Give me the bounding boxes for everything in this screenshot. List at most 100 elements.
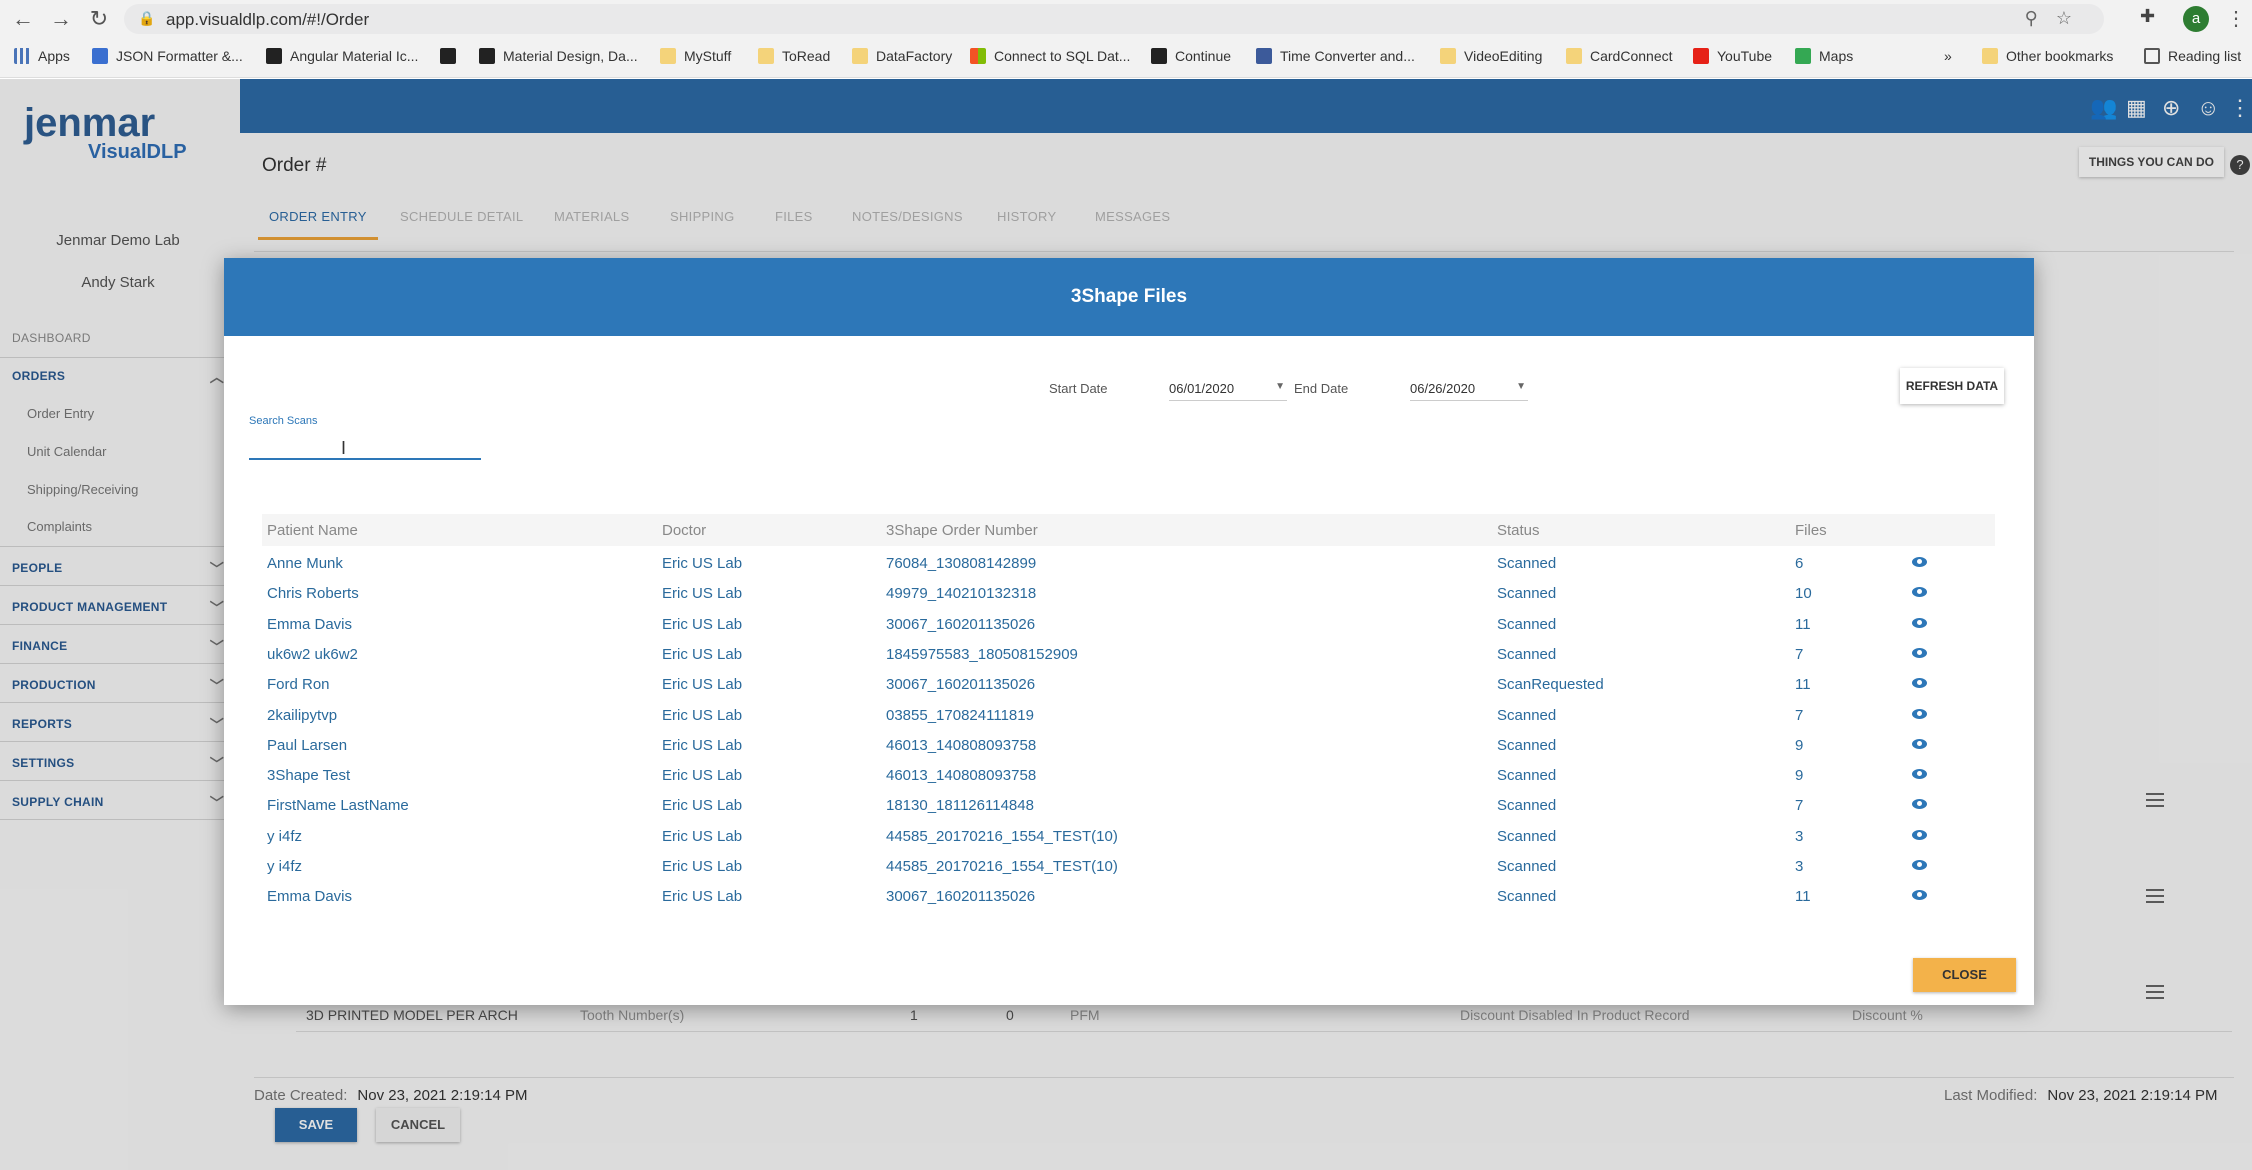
bookmark-apps[interactable]: Apps <box>14 48 70 64</box>
bookmark-datafactory[interactable]: DataFactory <box>852 48 952 64</box>
bookmark-angular-material[interactable]: Angular Material Ic... <box>266 48 418 64</box>
profile-avatar[interactable]: a <box>2183 6 2209 32</box>
cell-status: Scanned <box>1497 888 1557 905</box>
text-cursor-icon: I <box>341 438 347 458</box>
bookmark-continue[interactable]: Continue <box>1151 48 1231 64</box>
reload-icon[interactable]: ↻ <box>86 6 112 32</box>
start-date-field[interactable]: 06/01/2020 ▼ <box>1169 373 1287 401</box>
bookmark-mystuff[interactable]: MyStuff <box>660 48 731 64</box>
bookmark-connect-sql[interactable]: Connect to SQL Dat... <box>970 48 1130 64</box>
dialog-header: 3Shape Files <box>224 258 2034 336</box>
cell-doctor: Eric US Lab <box>662 828 743 845</box>
table-row[interactable]: Chris Roberts Eric US Lab 49979_1402101323… <box>262 579 1995 609</box>
view-eye-icon[interactable] <box>1912 618 1927 628</box>
col-files[interactable]: Files <box>1795 522 1827 539</box>
folder-icon <box>1982 48 1998 64</box>
table-row[interactable]: FirstName LastName Eric US Lab 18130_18112… <box>262 791 1995 821</box>
view-eye-icon[interactable] <box>1912 557 1927 567</box>
bookmark-json-formatter[interactable]: JSON Formatter &... <box>92 48 243 64</box>
table-row[interactable]: Ford Ron Eric US Lab 30067_160201135026 Sca… <box>262 670 1995 700</box>
view-eye-icon[interactable] <box>1912 860 1927 870</box>
bookmark-reading-list[interactable]: Reading list <box>2144 48 2241 64</box>
bookmark-globe[interactable] <box>440 48 464 64</box>
more-bookmarks-icon[interactable]: » <box>1944 48 1952 64</box>
cell-patient-name: Anne Munk <box>267 555 343 572</box>
cell-status: Scanned <box>1497 737 1557 754</box>
cell-files: 7 <box>1795 646 1804 663</box>
cell-patient-name: Paul Larsen <box>267 737 348 754</box>
extensions-icon[interactable]: ✚ <box>2140 6 2155 27</box>
dropdown-arrow-icon[interactable]: ▼ <box>1275 381 1285 392</box>
bookmark-youtube[interactable]: YouTube <box>1693 48 1772 64</box>
col-order-number[interactable]: 3Shape Order Number <box>886 522 1038 539</box>
cell-order-number: 76084_130808142899 <box>886 555 1037 572</box>
cell-status: Scanned <box>1497 616 1557 633</box>
table-header: Patient Name Doctor 3Shape Order Number … <box>262 514 1995 546</box>
back-icon[interactable]: ← <box>10 6 36 32</box>
cell-doctor: Eric US Lab <box>662 616 743 633</box>
refresh-data-button[interactable]: REFRESH DATA <box>1900 368 2004 404</box>
cell-doctor: Eric US Lab <box>662 858 743 875</box>
folder-icon <box>852 48 868 64</box>
bookmark-material-design[interactable]: Material Design, Da... <box>479 48 638 64</box>
view-eye-icon[interactable] <box>1912 890 1927 900</box>
cell-status: Scanned <box>1497 646 1557 663</box>
bookmark-cardconnect[interactable]: CardConnect <box>1566 48 1673 64</box>
table-row[interactable]: 2kailipytvp Eric US Lab 03855_170824111819… <box>262 701 1995 731</box>
table-row[interactable]: Anne Munk Eric US Lab 76084_130808142899 Sc… <box>262 549 1995 579</box>
3shape-files-dialog: 3Shape Files Start Date 06/01/2020 ▼ End… <box>224 258 2034 1005</box>
dropdown-arrow-icon[interactable]: ▼ <box>1516 381 1526 392</box>
globe-icon <box>440 48 456 64</box>
table-row[interactable]: y i4fz Eric US Lab 44585_20170216_1554_TES… <box>262 822 1995 852</box>
cell-order-number: 49979_140210132318 <box>886 585 1037 602</box>
table-row[interactable]: uk6w2 uk6w2 Eric US Lab 1845975583_1805081… <box>262 640 1995 670</box>
address-bar[interactable]: 🔒 app.visualdlp.com/#!/Order ⚲☆ <box>124 4 2104 34</box>
forward-icon[interactable]: → <box>48 6 74 32</box>
cell-doctor: Eric US Lab <box>662 555 743 572</box>
cell-files: 11 <box>1795 676 1811 693</box>
dialog-title: 3Shape Files <box>1070 286 1188 307</box>
cell-order-number: 30067_160201135026 <box>886 888 1036 905</box>
table-row[interactable]: Emma Davis Eric US Lab 30067_160201135026 S… <box>262 882 1995 912</box>
bookmark-other[interactable]: Other bookmarks <box>1982 48 2113 64</box>
cell-patient-name: y i4fz <box>267 858 303 875</box>
close-button[interactable]: CLOSE <box>1913 958 2016 992</box>
browser-menu-icon[interactable]: ⋮ <box>2226 6 2246 31</box>
cell-doctor: Eric US Lab <box>662 676 743 693</box>
globe-icon <box>479 48 495 64</box>
view-eye-icon[interactable] <box>1912 739 1927 749</box>
url-text[interactable]: app.visualdlp.com/#!/Order <box>166 10 369 30</box>
view-eye-icon[interactable] <box>1912 830 1927 840</box>
bookmark-toread[interactable]: ToRead <box>758 48 830 64</box>
col-status[interactable]: Status <box>1497 522 1540 539</box>
search-scans-input[interactable] <box>249 430 481 460</box>
bookmark-time-converter[interactable]: Time Converter and... <box>1256 48 1415 64</box>
cell-doctor: Eric US Lab <box>662 767 743 784</box>
cell-patient-name: 3Shape Test <box>267 767 351 784</box>
folder-icon <box>660 48 676 64</box>
zoom-star-icons[interactable]: ⚲☆ <box>2025 8 2090 29</box>
view-eye-icon[interactable] <box>1912 678 1927 688</box>
table-row[interactable]: Emma Davis Eric US Lab 30067_160201135026 S… <box>262 610 1995 640</box>
checkbox-icon <box>92 48 108 64</box>
cell-order-number: 30067_160201135026 <box>886 676 1036 693</box>
view-eye-icon[interactable] <box>1912 587 1927 597</box>
view-eye-icon[interactable] <box>1912 769 1927 779</box>
col-patient-name[interactable]: Patient Name <box>267 522 358 539</box>
cell-patient-name: Ford Ron <box>267 676 330 693</box>
table-row[interactable]: y i4fz Eric US Lab 44585_20170216_1554_TES… <box>262 852 1995 882</box>
bookmark-maps[interactable]: Maps <box>1795 48 1853 64</box>
cell-doctor: Eric US Lab <box>662 737 743 754</box>
cell-status: Scanned <box>1497 555 1557 572</box>
end-date-field[interactable]: 06/26/2020 ▼ <box>1410 373 1528 401</box>
table-row[interactable]: 3Shape Test Eric US Lab 46013_140808093758… <box>262 761 1995 791</box>
bookmark-videoediting[interactable]: VideoEditing <box>1440 48 1542 64</box>
cell-files: 9 <box>1795 767 1804 784</box>
view-eye-icon[interactable] <box>1912 709 1927 719</box>
globe-icon <box>1151 48 1167 64</box>
bookmarks-bar: Apps JSON Formatter &... Angular Materia… <box>0 38 2252 78</box>
table-row[interactable]: Paul Larsen Eric US Lab 46013_140808093758… <box>262 731 1995 761</box>
view-eye-icon[interactable] <box>1912 799 1927 809</box>
col-doctor[interactable]: Doctor <box>662 522 706 539</box>
view-eye-icon[interactable] <box>1912 648 1927 658</box>
